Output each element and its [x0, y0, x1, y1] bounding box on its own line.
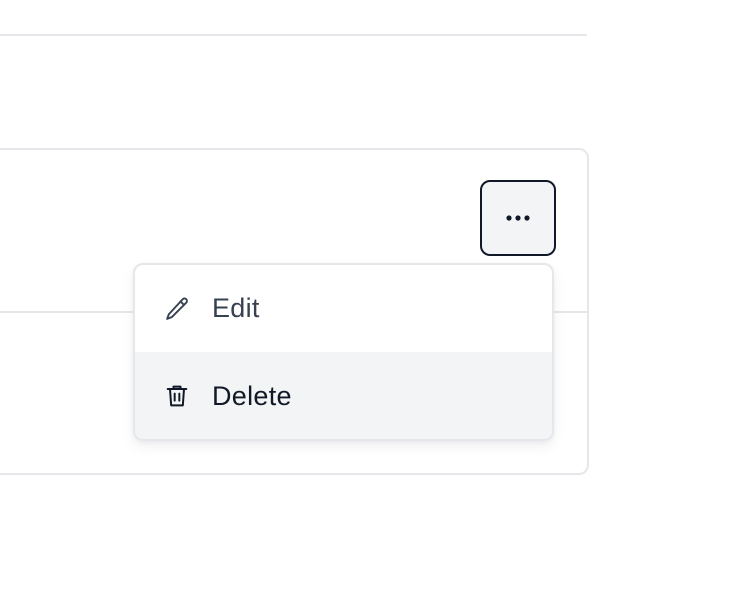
ellipsis-horizontal-icon — [505, 214, 531, 222]
menu-item-label: Delete — [212, 380, 292, 411]
page: Edit Delete — [0, 0, 730, 596]
menu-item-edit[interactable]: Edit — [135, 265, 552, 352]
more-options-button[interactable] — [480, 180, 556, 256]
trash-icon — [163, 382, 191, 410]
dropdown-menu: Edit Delete — [133, 263, 554, 441]
pencil-icon — [163, 295, 191, 323]
menu-item-delete[interactable]: Delete — [135, 352, 552, 439]
menu-item-label: Edit — [212, 293, 260, 323]
section-divider — [0, 34, 587, 36]
